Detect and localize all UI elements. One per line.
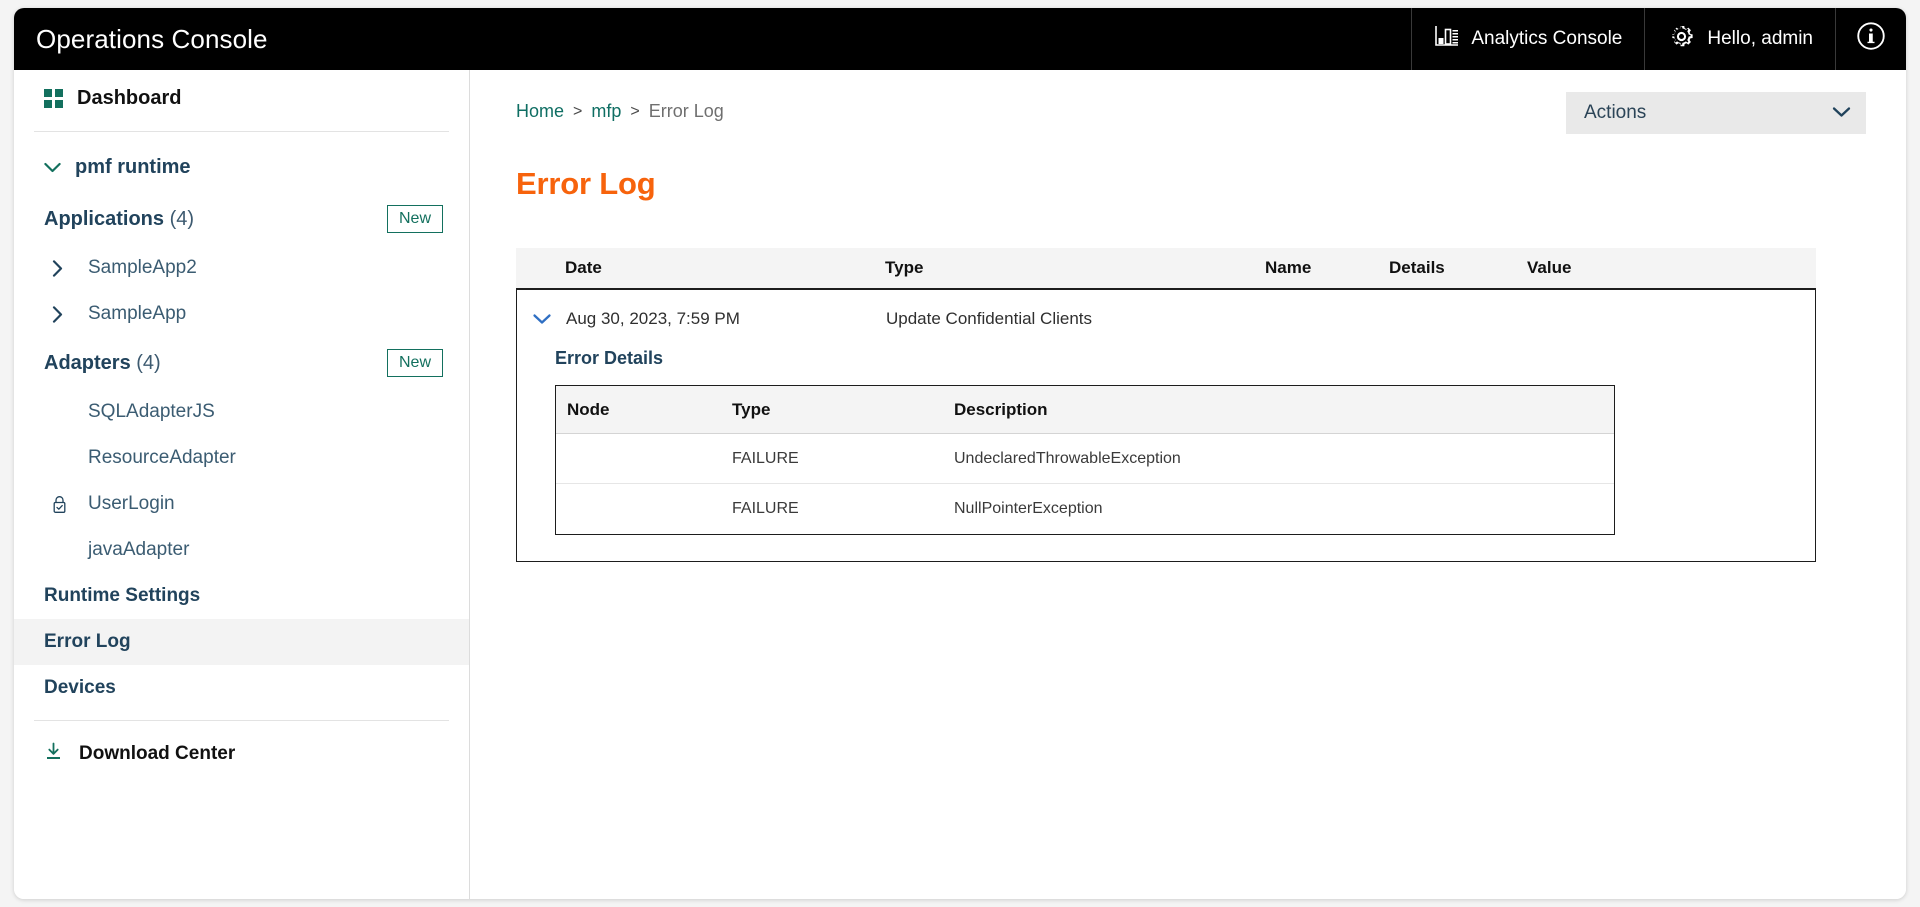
sidebar-item-userlogin[interactable]: UserLogin (14, 481, 469, 527)
table-header-row: Date Type Name Details Value (516, 248, 1816, 290)
sidebar-item-label: Error Log (44, 631, 131, 653)
sidebar-item-label: UserLogin (88, 493, 175, 515)
user-greeting-label: Hello, admin (1707, 28, 1813, 50)
sidebar-group-applications: Applications (4) New (14, 193, 469, 245)
main-content: Home > mfp > Error Log Actions Error Log (470, 70, 1906, 899)
breadcrumb-bar: Home > mfp > Error Log Actions (516, 92, 1866, 134)
adapters-title: Adapters (44, 352, 131, 374)
cell-type: Update Confidential Clients (886, 309, 1266, 329)
adapters-label: Adapters (4) (44, 352, 161, 375)
column-header-node: Node (556, 400, 732, 420)
sidebar-divider-bottom (34, 720, 449, 721)
app-window: Operations Console Analytics Console (14, 8, 1906, 899)
cell-description: NullPointerException (954, 500, 1614, 518)
cell-description: UndeclaredThrowableException (954, 450, 1614, 468)
sidebar-item-label: javaAdapter (88, 539, 189, 561)
table-body: Aug 30, 2023, 7:59 PM Update Confidentia… (516, 290, 1816, 562)
sidebar-item-download-center[interactable]: Download Center (14, 730, 469, 778)
applications-label: Applications (4) (44, 208, 194, 231)
download-icon (44, 742, 63, 767)
lock-check-icon (52, 495, 74, 514)
sidebar-item-label: SQLAdapterJS (88, 401, 215, 423)
cell-type: FAILURE (732, 450, 954, 468)
app-header: Operations Console Analytics Console (14, 8, 1906, 70)
sidebar-item-label: Download Center (79, 743, 235, 765)
applications-title: Applications (44, 208, 164, 230)
sidebar-item-sampleapp2[interactable]: SampleApp2 (14, 245, 469, 291)
sidebar-group-adapters: Adapters (4) New (14, 337, 469, 389)
row-expand-toggle[interactable] (517, 311, 566, 328)
adapters-count: (4) (136, 352, 160, 374)
breadcrumb-item-home[interactable]: Home (516, 101, 564, 122)
column-header-date: Date (565, 258, 885, 278)
sidebar-item-devices[interactable]: Devices (14, 665, 469, 711)
sidebar-item-error-log[interactable]: Error Log (14, 619, 469, 665)
new-application-button[interactable]: New (387, 205, 443, 234)
sidebar-item-sampleapp[interactable]: SampleApp (14, 291, 469, 337)
applications-count: (4) (170, 208, 194, 230)
column-header-name: Name (1265, 258, 1389, 278)
sidebar-item-resourceadapter[interactable]: ResourceAdapter (14, 435, 469, 481)
chevron-right-icon (52, 260, 74, 277)
sidebar-item-label: SampleApp (88, 303, 186, 325)
page-title: Error Log (516, 166, 1866, 202)
info-circle-icon (1856, 21, 1886, 57)
analytics-console-button[interactable]: Analytics Console (1411, 8, 1644, 70)
chevron-down-icon (44, 156, 61, 179)
user-menu-button[interactable]: Hello, admin (1644, 8, 1835, 70)
actions-dropdown[interactable]: Actions (1566, 92, 1866, 134)
breadcrumb-item-mfp[interactable]: mfp (591, 101, 621, 122)
sidebar-item-label: Devices (44, 677, 116, 699)
cell-type: FAILURE (732, 500, 954, 518)
sidebar-item-javaadapter[interactable]: javaAdapter (14, 527, 469, 573)
sidebar-item-label: Runtime Settings (44, 585, 200, 607)
column-header-value: Value (1527, 258, 1647, 278)
error-details-header-row: Node Type Description (556, 386, 1614, 434)
error-log-table: Date Type Name Details Value Aug 30, 202… (516, 248, 1816, 562)
breadcrumb-separator: > (573, 103, 582, 121)
sidebar-item-label: SampleApp2 (88, 257, 197, 279)
sidebar: Dashboard pmf runtime Applications (4) N… (14, 70, 470, 899)
sidebar-item-pmf-runtime[interactable]: pmf runtime (14, 141, 469, 193)
sidebar-item-dashboard[interactable]: Dashboard (14, 74, 469, 122)
analytics-chart-icon (1434, 25, 1460, 53)
sidebar-item-runtime-settings[interactable]: Runtime Settings (14, 573, 469, 619)
new-adapter-button[interactable]: New (387, 349, 443, 378)
table-row: FAILURE UndeclaredThrowableException (556, 434, 1614, 484)
column-header-type: Type (732, 400, 954, 420)
breadcrumb: Home > mfp > Error Log (516, 92, 724, 122)
column-header-details: Details (1389, 258, 1527, 278)
column-header-description: Description (954, 400, 1614, 420)
sidebar-divider-top (34, 131, 449, 132)
gear-icon (1667, 22, 1696, 57)
error-details-title: Error Details (555, 348, 1793, 369)
sidebar-item-label: Dashboard (77, 87, 181, 110)
actions-dropdown-label: Actions (1584, 102, 1646, 124)
error-details-panel: Error Details Node Type Description FAIL… (517, 348, 1815, 535)
info-button[interactable] (1835, 8, 1906, 70)
app-body: Dashboard pmf runtime Applications (4) N… (14, 70, 1906, 899)
column-header-type: Type (885, 258, 1265, 278)
sidebar-item-sqladapterjs[interactable]: SQLAdapterJS (14, 389, 469, 435)
grid-icon (44, 89, 63, 108)
chevron-down-icon (532, 311, 552, 328)
app-title: Operations Console (14, 8, 1411, 70)
error-details-table: Node Type Description FAILURE Undeclared… (555, 385, 1615, 535)
cell-date: Aug 30, 2023, 7:59 PM (566, 309, 886, 329)
analytics-console-label: Analytics Console (1471, 28, 1622, 50)
chevron-down-icon (1832, 102, 1851, 124)
sidebar-item-label: ResourceAdapter (88, 447, 236, 469)
breadcrumb-separator: > (630, 103, 639, 121)
table-row[interactable]: Aug 30, 2023, 7:59 PM Update Confidentia… (517, 290, 1815, 348)
table-row: FAILURE NullPointerException (556, 484, 1614, 534)
breadcrumb-item-current: Error Log (649, 101, 724, 122)
sidebar-item-label: pmf runtime (75, 156, 191, 179)
chevron-right-icon (52, 306, 74, 323)
